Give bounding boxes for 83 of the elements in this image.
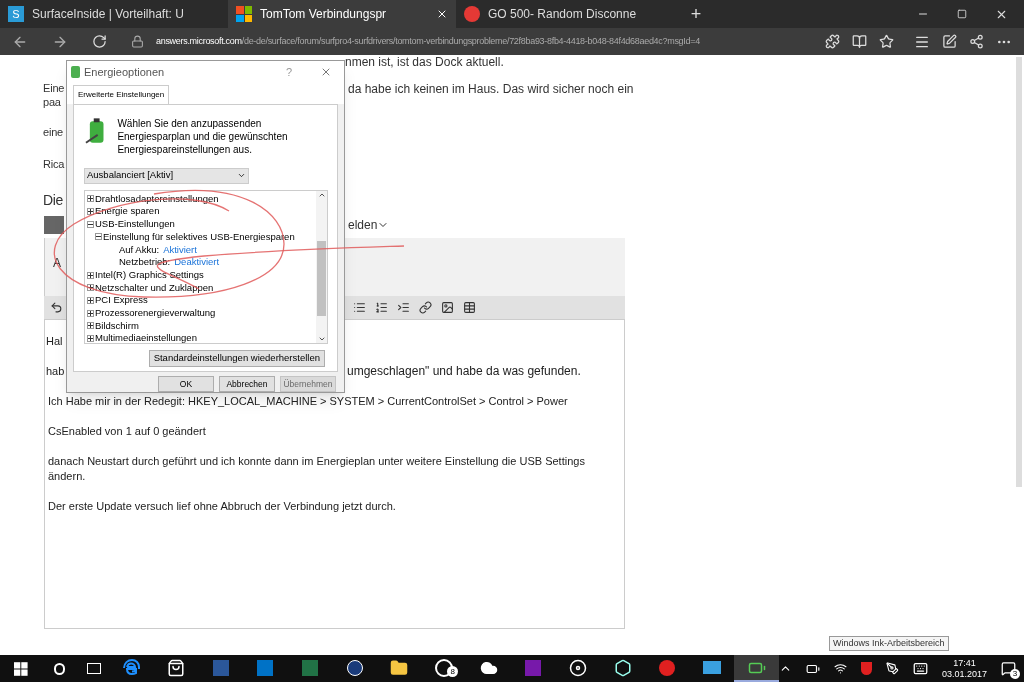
indent-icon[interactable] bbox=[397, 301, 410, 314]
tree-item[interactable]: Intel(R) Graphics Settings bbox=[95, 267, 204, 283]
tree-item[interactable]: Bildschirm bbox=[95, 318, 139, 333]
paragraph: Rica bbox=[43, 158, 65, 170]
tree-item[interactable]: PCI Express bbox=[95, 293, 148, 308]
paragraph: umgeschlagen" und habe da was gefunden. bbox=[347, 364, 581, 379]
extension-icon[interactable] bbox=[825, 34, 840, 49]
shield-icon[interactable] bbox=[860, 662, 872, 675]
refresh-icon[interactable] bbox=[92, 34, 107, 49]
bulleted-list-icon[interactable] bbox=[353, 301, 366, 314]
site-icon bbox=[464, 6, 480, 22]
close-tab-icon[interactable] bbox=[436, 8, 448, 20]
wifi-icon[interactable] bbox=[833, 662, 847, 675]
expand-icon[interactable] bbox=[87, 334, 94, 342]
windows-logo-icon bbox=[236, 6, 252, 22]
tree-item[interactable]: Netzschalter und Zuklappen bbox=[95, 280, 214, 295]
paragraph: Hal bbox=[46, 335, 63, 347]
tree-item[interactable]: Energie sparen bbox=[95, 204, 160, 219]
scrollbar-thumb[interactable] bbox=[317, 240, 326, 316]
dialog-button[interactable]: OK bbox=[158, 376, 214, 392]
tree-item[interactable]: Einstellung für selektives USB-Energiesparen bbox=[103, 229, 295, 245]
paragraph: Eine bbox=[43, 81, 66, 94]
setting-label: Netzbetrieb: bbox=[119, 255, 171, 270]
paragraph: da habe ich keinen im Haus. Das wird sicher noch ein bbox=[348, 81, 634, 94]
setting-value-link[interactable]: Deaktiviert bbox=[174, 255, 220, 270]
paragraph: paa bbox=[43, 96, 61, 108]
expand-icon[interactable] bbox=[87, 322, 94, 330]
setting-value-link[interactable]: Aktiviert bbox=[163, 242, 197, 257]
new-tab-button[interactable]: + bbox=[684, 0, 708, 28]
image-icon[interactable] bbox=[441, 301, 454, 314]
browser-tab[interactable]: TomTom Verbindungspr bbox=[228, 0, 456, 28]
plan-dropdown[interactable]: Ausbalanciert [Aktiv] bbox=[84, 167, 249, 184]
task-view-icon[interactable] bbox=[87, 663, 101, 674]
collapse-icon[interactable] bbox=[95, 233, 102, 241]
battery-plug-icon bbox=[71, 65, 80, 78]
expand-icon[interactable] bbox=[87, 296, 94, 304]
table-icon[interactable] bbox=[463, 301, 476, 314]
notification-count: 3 bbox=[1010, 669, 1020, 679]
dialog-button[interactable]: Abbrechen bbox=[219, 376, 275, 392]
expand-icon[interactable] bbox=[87, 208, 94, 216]
description-text: Wählen Sie den anzupassenden Energiesparplan und die gewünschten Energiespareinstellungen aus. bbox=[117, 116, 289, 156]
expand-icon[interactable] bbox=[87, 271, 94, 279]
restore-defaults-button[interactable]: Standardeinstellungen wiederherstellen bbox=[148, 349, 325, 367]
tree-item[interactable]: Prozessorenergieverwaltung bbox=[95, 305, 216, 321]
clock[interactable]: 17:41 03.01.2017 bbox=[941, 657, 987, 680]
paragraph: Ich Habe mir in der Redegit: HKEY_LOCAL_MACHINE > SYSTEM > CurrentControlSet > Control > Power bbox=[47, 394, 569, 409]
setting-label: Auf Akku: bbox=[119, 242, 160, 257]
dialog-tab[interactable]: Erweiterte Einstellungen bbox=[73, 84, 170, 104]
tooltip: Windows Ink-Arbeitsbereich bbox=[829, 635, 949, 651]
maximize-icon[interactable] bbox=[957, 9, 967, 19]
site-icon: S bbox=[8, 6, 24, 22]
browser-tab[interactable]: GO 500- Random Disconne bbox=[456, 0, 684, 28]
browser-tab[interactable]: S SurfaceInside | Vorteilhaft: U bbox=[0, 0, 228, 28]
paragraph: nmen ist, ist das Dock aktuell. bbox=[345, 55, 504, 69]
share-icon[interactable] bbox=[969, 34, 984, 49]
paragraph: Der erste Update versuch lief ohne Abbruch der Verbindung jetzt durch. bbox=[47, 499, 397, 514]
favorite-icon[interactable] bbox=[879, 34, 894, 49]
windows-logo-icon[interactable] bbox=[14, 661, 28, 676]
paragraph: CsEnabled von 1 auf 0 geändert bbox=[47, 424, 207, 439]
keyboard-icon[interactable] bbox=[912, 661, 928, 676]
heading: Die bbox=[43, 192, 64, 208]
collapse-icon[interactable] bbox=[87, 220, 94, 228]
reading-view-icon[interactable] bbox=[852, 34, 867, 49]
paragraph: eine bbox=[43, 126, 63, 138]
window-title: Energieoptionen bbox=[84, 64, 165, 80]
expand-icon[interactable] bbox=[87, 284, 94, 292]
numbered-list-icon[interactable] bbox=[375, 301, 388, 314]
link-icon[interactable] bbox=[419, 301, 432, 314]
tree-item[interactable]: Drahtlosadaptereinstellungen bbox=[95, 191, 219, 206]
scrollbar[interactable] bbox=[1016, 57, 1022, 487]
tree-item[interactable]: USB-Einstellungen bbox=[95, 217, 175, 232]
paragraph: A bbox=[53, 256, 61, 270]
tree-item[interactable]: Multimediaeinstellungen bbox=[95, 331, 197, 343]
expand-icon[interactable] bbox=[87, 195, 94, 203]
undo-icon[interactable] bbox=[50, 301, 63, 314]
note-icon[interactable] bbox=[942, 34, 957, 49]
count-badge: 8 bbox=[447, 666, 459, 677]
pen-icon[interactable] bbox=[885, 662, 899, 675]
lock-icon bbox=[131, 35, 144, 48]
expand-icon[interactable] bbox=[87, 309, 94, 317]
menu-link[interactable]: elden bbox=[348, 216, 378, 234]
paragraph: hab bbox=[46, 365, 65, 377]
paragraph: danach Neustart durch geführt und ich konnte dann im Energieplan unter weitere Einstellung die USB Settings ändern. bbox=[47, 454, 586, 484]
